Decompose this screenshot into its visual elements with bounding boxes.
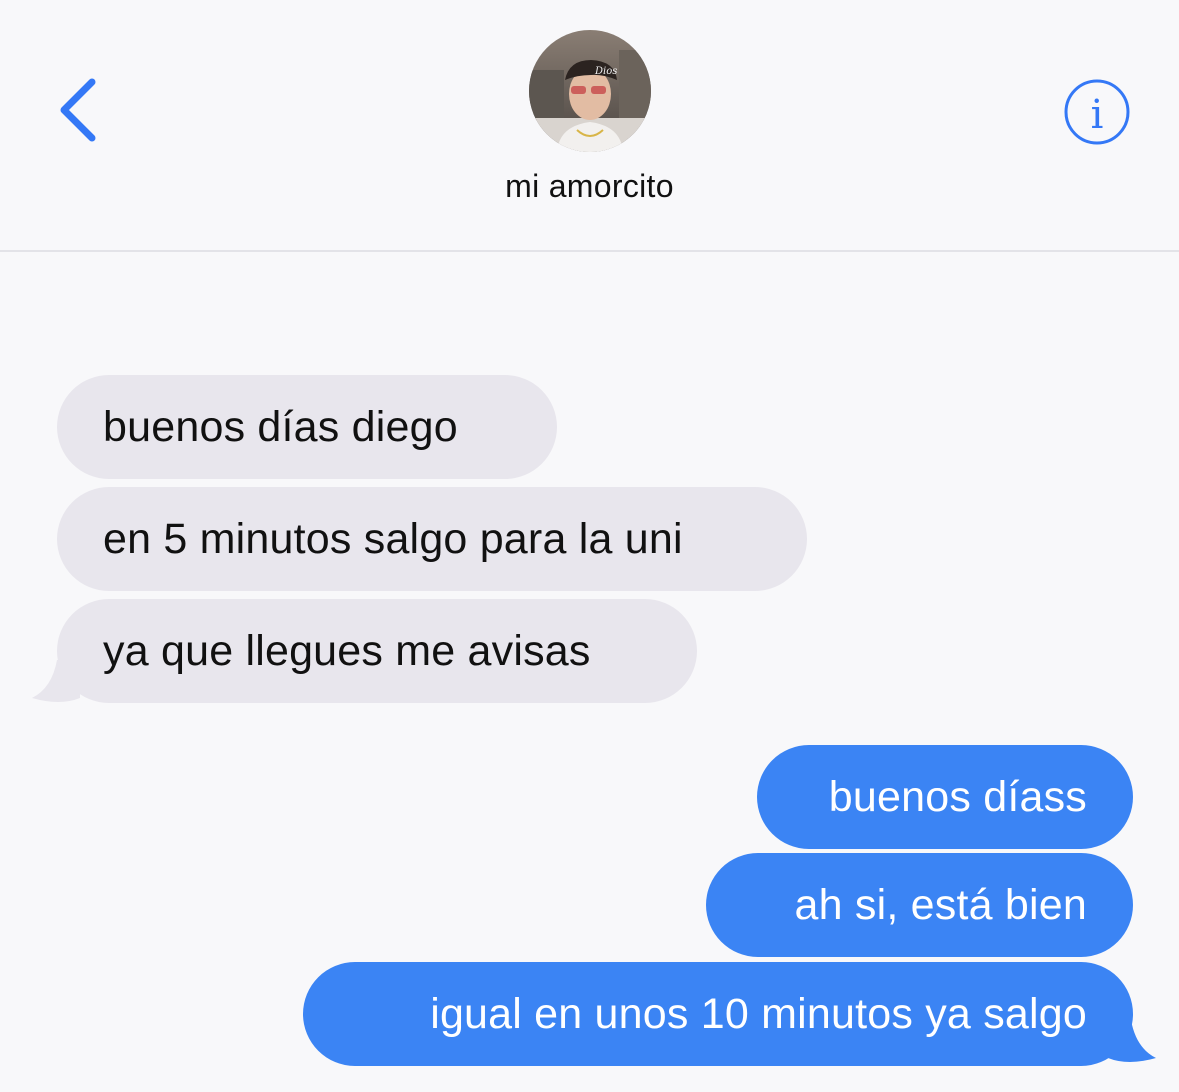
back-button[interactable] xyxy=(52,72,112,148)
message-text: ah si, está bien xyxy=(794,881,1087,929)
message-text: en 5 minutos salgo para la uni xyxy=(103,515,683,563)
message-text: buenos díass xyxy=(828,773,1087,821)
message-bubble-outgoing[interactable]: ah si, está bien xyxy=(706,853,1133,957)
svg-text:Dios: Dios xyxy=(594,66,617,77)
info-button[interactable]: i xyxy=(1063,78,1131,146)
conversation-header: Dios mi amorcito i xyxy=(0,0,1179,252)
message-bubble-incoming[interactable]: ya que llegues me avisas xyxy=(57,599,697,703)
message-bubble-incoming[interactable]: buenos días diego xyxy=(57,375,557,479)
outgoing-bubble-tail xyxy=(1108,1020,1156,1062)
message-bubble-outgoing[interactable]: buenos díass xyxy=(757,745,1133,849)
svg-text:i: i xyxy=(1091,92,1104,138)
chevron-left-icon xyxy=(60,78,96,142)
info-circle-icon: i xyxy=(1064,79,1130,145)
avatar-photo: Dios xyxy=(529,30,651,152)
message-text: buenos días diego xyxy=(103,403,458,451)
message-bubble-incoming[interactable]: en 5 minutos salgo para la uni xyxy=(57,487,807,591)
message-text: igual en unos 10 minutos ya salgo xyxy=(430,990,1087,1038)
message-bubble-outgoing[interactable]: igual en unos 10 minutos ya salgo xyxy=(303,962,1133,1066)
contact-avatar[interactable]: Dios xyxy=(529,30,651,152)
message-text: ya que llegues me avisas xyxy=(103,627,591,675)
contact-name[interactable]: mi amorcito xyxy=(0,168,1179,205)
incoming-bubble-tail xyxy=(32,660,80,702)
